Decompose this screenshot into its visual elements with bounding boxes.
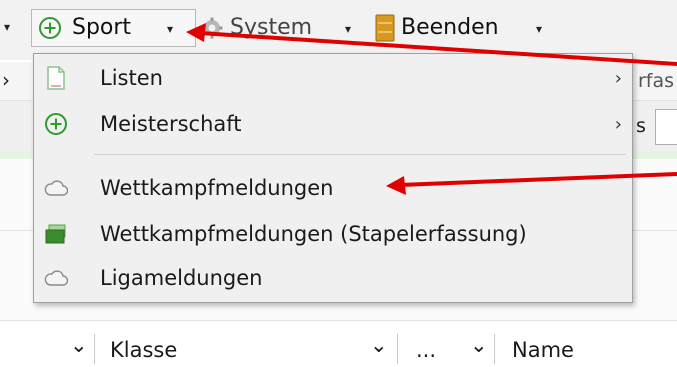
menu-item-meisterschaft[interactable]: Meisterschaft ›: [34, 102, 632, 146]
system-menu-caret: ▾: [345, 22, 352, 36]
partial-input-box[interactable]: [655, 109, 677, 145]
exit-menu-label: Beenden: [401, 15, 499, 40]
menu-item-label: Wettkampfmeldungen (Stapelerfassung): [100, 222, 527, 246]
column-separator: [397, 334, 398, 364]
plus-circle-icon: [44, 112, 68, 136]
column-separator: [494, 334, 495, 364]
toolbar-overflow-caret[interactable]: ▾: [4, 20, 10, 34]
table-header-row: [0, 320, 677, 367]
system-menu-label: System: [230, 15, 313, 40]
menu-item-label: Ligameldungen: [100, 266, 263, 290]
exit-menu-caret: ▾: [536, 22, 543, 36]
plus-circle-icon: [38, 16, 62, 40]
row-left-arrow: ›: [2, 68, 10, 92]
menu-separator: [94, 154, 626, 155]
stack-icon: [44, 222, 68, 246]
door-exit-icon: [375, 14, 395, 42]
submenu-arrow-icon: ›: [614, 113, 622, 135]
menu-item-label: Wettkampfmeldungen: [100, 176, 334, 200]
menu-item-wettkampfmeldungen-stapelerfassung[interactable]: Wettkampfmeldungen (Stapelerfassung): [34, 212, 632, 256]
gear-icon: [200, 16, 224, 40]
cloud-icon: [44, 176, 68, 200]
menu-item-listen[interactable]: Listen ›: [34, 56, 632, 100]
menu-item-label: Meisterschaft: [100, 112, 242, 136]
submenu-arrow-icon: ›: [614, 67, 622, 89]
sport-menu-caret: ▾: [167, 22, 174, 36]
system-menu-button[interactable]: System ▾: [198, 10, 366, 46]
document-icon: [44, 66, 68, 90]
sport-dropdown-menu: Listen › Meisterschaft › Wettkampfmeldun…: [33, 53, 633, 303]
menu-item-ligameldungen[interactable]: Ligameldungen: [34, 256, 632, 300]
partial-text-s: s: [636, 115, 646, 137]
column-header-name[interactable]: Name: [512, 338, 574, 362]
column-separator: [94, 334, 95, 364]
cloud-icon: [44, 266, 68, 290]
column-caret-1[interactable]: ⌄: [70, 333, 88, 357]
sport-menu-button[interactable]: Sport ▾: [31, 9, 196, 47]
column-caret-3[interactable]: ⌄: [470, 333, 488, 357]
exit-menu-button[interactable]: Beenden ▾: [373, 10, 553, 46]
column-header-klasse[interactable]: Klasse: [110, 338, 177, 362]
menu-item-wettkampfmeldungen[interactable]: Wettkampfmeldungen: [34, 166, 632, 210]
menu-item-label: Listen: [100, 66, 163, 90]
column-header-ellipsis[interactable]: ...: [416, 338, 436, 362]
sport-menu-label: Sport: [72, 15, 132, 40]
partial-text-rfas: rfas: [638, 70, 675, 92]
main-toolbar: ▾ Sport ▾ System ▾ Beenden ▾: [0, 0, 677, 60]
column-caret-2[interactable]: ⌄: [370, 333, 388, 357]
